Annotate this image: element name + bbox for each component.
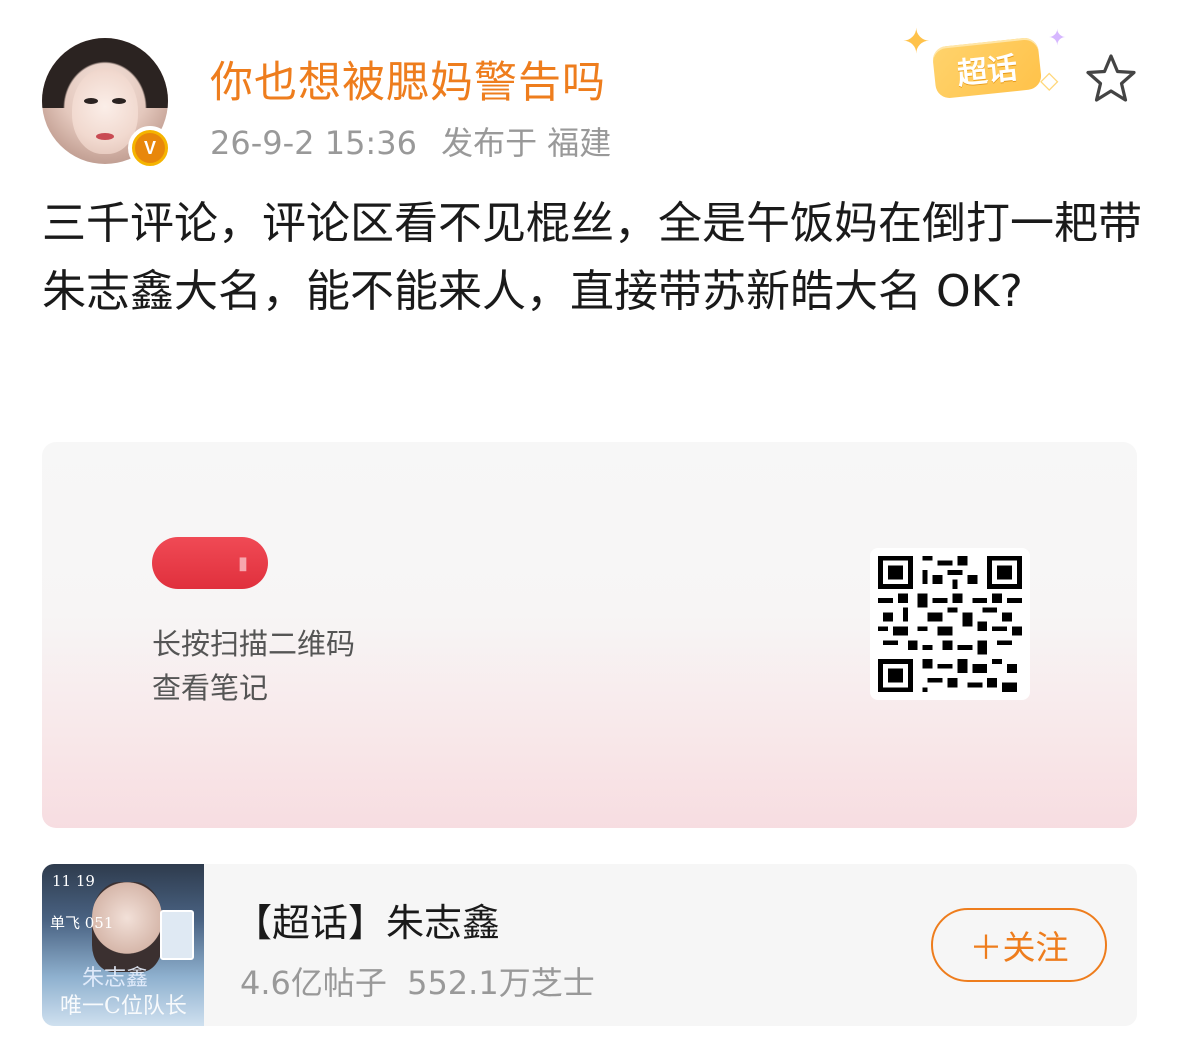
thumbnail-line4: 唯一C位队长	[60, 994, 187, 1019]
diamond-icon: ◇	[1040, 66, 1059, 94]
favorite-star-icon[interactable]	[1084, 52, 1138, 106]
topic-fans-count: 552.1万芝士	[407, 964, 595, 1002]
verified-badge-icon: V	[128, 126, 172, 170]
author-name[interactable]: 你也想被腮妈警告吗	[210, 48, 606, 110]
thumbnail-date: 11 19	[52, 872, 95, 890]
avatar-eye-left	[84, 98, 98, 104]
topic-stats: 4.6亿帖子 552.1万芝士	[240, 958, 605, 1004]
verified-badge-letter: V	[135, 133, 165, 163]
weibo-post-card: V 你也想被腮妈警告吗 26-9-2 15:36 发布于 福建 ✦ 超话 ✦ ◇…	[0, 0, 1179, 1046]
sparkle-star-icon: ✦	[902, 22, 931, 62]
qr-caption: 长按扫描二维码 查看笔记	[152, 622, 355, 710]
avatar-eye-right	[112, 98, 126, 104]
post-time: 26-9-2 15:36	[210, 124, 417, 162]
qr-code[interactable]	[870, 548, 1030, 700]
app-logo-pill: ▮	[152, 537, 268, 589]
thumbnail-line2: 单飞 051	[50, 914, 114, 932]
post-location: 发布于 福建	[441, 124, 612, 162]
qr-caption-line2: 查看笔记	[152, 671, 269, 705]
thumbnail-photo-card	[160, 910, 194, 960]
topic-posts-count: 4.6亿帖子	[240, 964, 387, 1002]
qr-caption-line1: 长按扫描二维码	[152, 627, 356, 661]
avatar-lips	[96, 133, 114, 140]
qr-share-card[interactable]: ▮ 长按扫描二维码 查看笔记	[42, 442, 1137, 828]
topic-card[interactable]: 11 19 单飞 051 朱志鑫 唯一C位队长 【超话】朱志鑫 4.6亿帖子 5…	[42, 864, 1137, 1026]
follow-button[interactable]: ＋关注	[931, 908, 1107, 982]
sparkle-icon: ✦	[1048, 26, 1067, 51]
post-meta: 26-9-2 15:36 发布于 福建	[210, 118, 625, 164]
chaohua-badge-label: 超话	[931, 36, 1043, 100]
chaohua-badge[interactable]: ✦ 超话 ✦ ◇	[902, 22, 1072, 110]
topic-thumbnail: 11 19 单飞 051 朱志鑫 唯一C位队长	[42, 864, 204, 1026]
post-text: 三千评论，评论区看不见棍丝，全是午饭妈在倒打一耙带朱志鑫大名，能不能来人，直接带…	[42, 198, 1142, 317]
topic-title[interactable]: 【超话】朱志鑫	[234, 892, 500, 947]
